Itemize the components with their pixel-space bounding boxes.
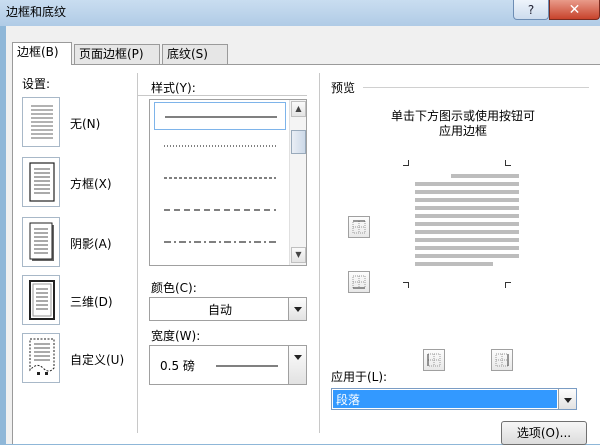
setting-custom-label: 自定义(U) <box>70 353 125 367</box>
tab-borders[interactable]: 边框(B) <box>12 42 72 65</box>
width-value: 0.5 磅 <box>160 359 195 373</box>
bottom-border-button[interactable] <box>348 271 370 293</box>
style-item-small-dash[interactable] <box>154 164 286 192</box>
tab-page-borders[interactable]: 页面边框(P) <box>74 44 160 64</box>
width-line-icon <box>216 365 278 367</box>
border-3d-icon <box>29 280 55 320</box>
border-right-icon <box>495 353 509 367</box>
color-value: 自动 <box>208 303 233 317</box>
apply-to-label: 应用于(L): <box>331 370 388 384</box>
style-list[interactable]: ▲ ▼ <box>149 99 307 266</box>
border-bottom-icon <box>352 275 366 289</box>
setting-none-button[interactable] <box>22 97 60 147</box>
line-dash-icon <box>164 209 276 211</box>
line-dash-dot-icon <box>164 241 276 243</box>
corner-mark <box>403 282 409 288</box>
left-border-button[interactable] <box>423 349 445 371</box>
preview-instructions-2: 应用边框 <box>438 124 487 138</box>
border-shadow-icon <box>29 222 54 261</box>
scroll-thumb[interactable] <box>291 130 306 154</box>
right-border-button[interactable] <box>491 349 513 371</box>
scroll-down-icon[interactable]: ▼ <box>291 247 306 263</box>
width-label: 宽度(W): <box>151 329 201 343</box>
style-item-solid[interactable] <box>154 102 286 130</box>
setting-shadow-button[interactable] <box>22 217 60 267</box>
chevron-down-icon[interactable] <box>558 389 576 409</box>
border-top-icon <box>352 220 366 234</box>
corner-mark <box>505 282 511 288</box>
options-button[interactable]: 选项(O)... <box>501 421 587 445</box>
border-custom-icon <box>29 338 55 375</box>
style-label: 样式(Y): <box>151 81 196 95</box>
width-combo[interactable]: 0.5 磅 <box>149 345 307 385</box>
chevron-down-icon[interactable] <box>288 298 306 320</box>
setting-none-label: 无(N) <box>70 117 101 131</box>
close-button[interactable]: ✕ <box>549 0 600 20</box>
setting-box-button[interactable] <box>22 157 60 207</box>
top-border-button[interactable] <box>348 216 370 238</box>
border-none-icon <box>31 105 53 139</box>
line-dotted-icon <box>164 145 276 147</box>
help-button[interactable]: ? <box>513 0 549 20</box>
tab-shading[interactable]: 底纹(S) <box>162 44 228 64</box>
line-solid-icon <box>165 116 277 118</box>
style-list-scrollbar[interactable]: ▲ ▼ <box>289 100 306 265</box>
tab-panel: 设置: 无(N) 方框(X) 阴影(A) 三维(D) 自定义(U) 样式(Y):… <box>12 64 600 445</box>
corner-mark <box>505 160 511 166</box>
preview-label: 预览 <box>331 81 356 95</box>
style-item-dash[interactable] <box>154 196 286 224</box>
window-title: 边框和底纹 <box>6 5 67 19</box>
title-bar: 边框和底纹 ? ✕ <box>0 0 600 26</box>
color-label: 颜色(C): <box>151 281 197 295</box>
setting-box-label: 方框(X) <box>70 177 112 191</box>
line-small-dash-icon <box>164 177 276 179</box>
setting-3d-button[interactable] <box>22 275 60 325</box>
dialog-body: 边框(B) 页面边框(P) 底纹(S) 设置: 无(N) 方框(X) 阴影(A)… <box>6 26 600 445</box>
settings-label: 设置: <box>22 77 51 91</box>
corner-mark <box>403 160 409 166</box>
style-item-dash-dot[interactable] <box>154 228 286 256</box>
preview-area[interactable] <box>393 160 523 300</box>
divider <box>137 73 138 433</box>
setting-custom-button[interactable] <box>22 333 60 383</box>
apply-to-value: 段落 <box>333 390 557 408</box>
color-combo[interactable]: 自动 <box>149 297 307 321</box>
divider <box>319 73 320 433</box>
preview-text-lines <box>415 174 519 266</box>
style-divider <box>137 95 307 96</box>
border-box-icon <box>29 162 55 202</box>
style-item-dotted[interactable] <box>154 132 286 160</box>
setting-shadow-label: 阴影(A) <box>70 237 112 251</box>
scroll-up-icon[interactable]: ▲ <box>291 101 306 117</box>
border-left-icon <box>427 353 441 367</box>
apply-to-combo[interactable]: 段落 <box>331 388 577 410</box>
setting-3d-label: 三维(D) <box>70 295 113 309</box>
preview-title-line <box>363 87 589 88</box>
chevron-down-icon[interactable] <box>288 346 306 384</box>
